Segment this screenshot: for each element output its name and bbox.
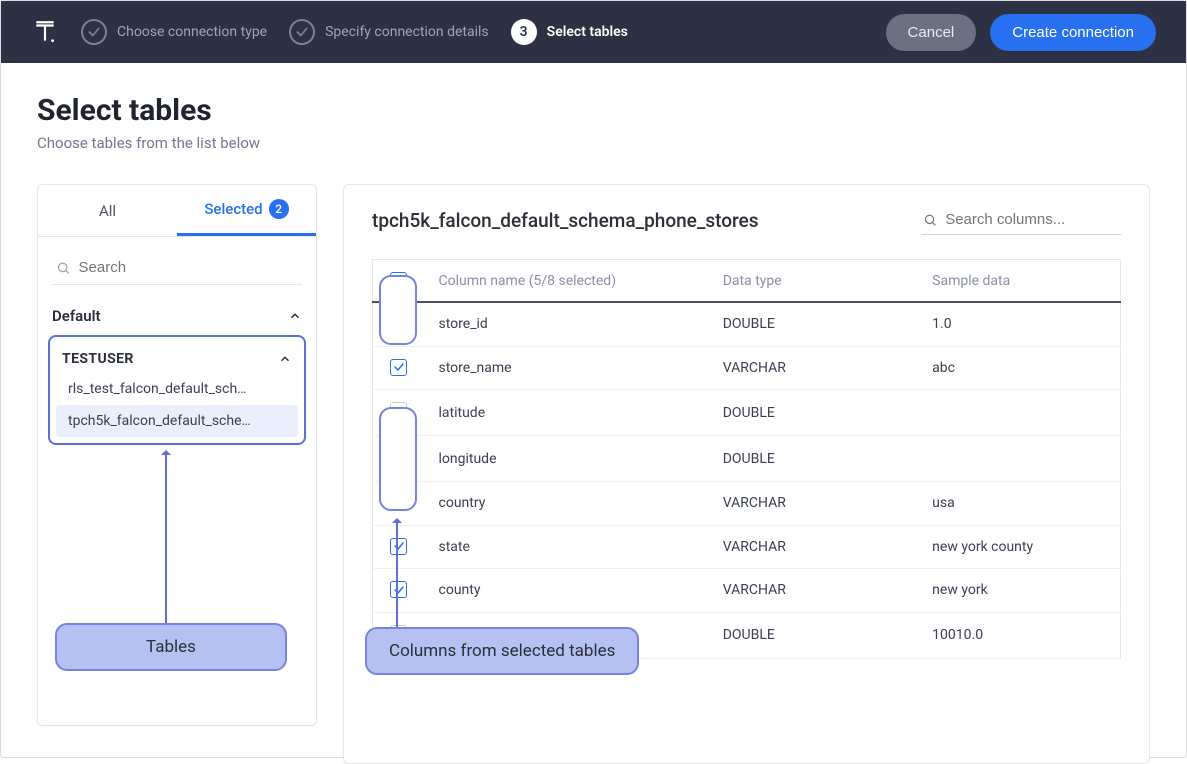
data-type-cell: VARCHAR — [709, 346, 918, 390]
sample-data-cell: usa — [918, 482, 1120, 526]
column-name-cell: country — [425, 482, 709, 526]
tab-all[interactable]: All — [38, 185, 177, 236]
tables-group-box: TESTUSER rls_test_falcon_default_sch… tp… — [48, 335, 306, 445]
step-select-tables: 3 Select tables — [511, 19, 628, 45]
group-default-label: Default — [52, 307, 101, 325]
step-specify-connection-details: Specify connection details — [289, 19, 489, 45]
column-name-cell: latitude — [425, 390, 709, 436]
header-data-type: Data type — [709, 260, 918, 303]
select-all-checkbox[interactable] — [390, 272, 407, 289]
sample-data-cell — [918, 390, 1120, 436]
search-icon — [56, 260, 71, 276]
callout-arrow-tables — [165, 451, 167, 623]
table-row: store_idDOUBLE1.0 — [373, 302, 1121, 346]
table-row: longitudeDOUBLE — [373, 436, 1121, 482]
content-row: All Selected 2 Default TESTUSER — [37, 184, 1150, 764]
chevron-up-icon — [288, 309, 302, 323]
callout-bubble-tables: Tables — [55, 623, 287, 671]
group-testuser-label: TESTUSER — [62, 351, 134, 367]
sample-data-cell: 1.0 — [918, 302, 1120, 346]
data-type-cell: DOUBLE — [709, 436, 918, 482]
columns-search[interactable] — [921, 205, 1121, 235]
columns-panel: tpch5k_falcon_default_schema_phone_store… — [343, 184, 1150, 764]
table-row: stateVARCHARnew york county — [373, 525, 1121, 569]
header-sample-data: Sample data — [918, 260, 1120, 303]
step-label: Select tables — [547, 24, 628, 40]
sample-data-cell: new york county — [918, 525, 1120, 569]
row-checkbox[interactable] — [390, 402, 407, 419]
tables-search-input[interactable] — [79, 259, 298, 276]
table-row: store_nameVARCHARabc — [373, 346, 1121, 390]
step-label: Choose connection type — [117, 24, 267, 40]
create-connection-button[interactable]: Create connection — [990, 14, 1156, 51]
data-type-cell: VARCHAR — [709, 569, 918, 613]
page-title: Select tables — [37, 93, 1150, 128]
step-label: Specify connection details — [325, 24, 489, 40]
tab-selected-label: Selected — [204, 200, 262, 218]
table-row: countryVARCHARusa — [373, 482, 1121, 526]
row-checkbox[interactable] — [390, 494, 407, 511]
table-item-tpch5k[interactable]: tpch5k_falcon_default_sche… — [56, 405, 298, 437]
row-checkbox[interactable] — [390, 448, 407, 465]
column-name-cell: store_name — [425, 346, 709, 390]
column-name-cell: longitude — [425, 436, 709, 482]
table-row: countyVARCHARnew york — [373, 569, 1121, 613]
selected-table-title: tpch5k_falcon_default_schema_phone_store… — [372, 209, 759, 232]
data-type-cell: DOUBLE — [709, 302, 918, 346]
page-subtitle: Choose tables from the list below — [37, 134, 1150, 152]
selected-count-badge: 2 — [269, 199, 289, 219]
callout-bubble-columns: Columns from selected tables — [365, 627, 639, 675]
columns-search-input[interactable] — [945, 211, 1119, 228]
columns-table: Column name (5/8 selected) Data type Sam… — [372, 259, 1121, 659]
header-column-name: Column name (5/8 selected) — [425, 260, 709, 303]
row-checkbox[interactable] — [390, 538, 407, 555]
table-row: latitudeDOUBLE — [373, 390, 1121, 436]
search-icon — [923, 212, 937, 228]
row-checkbox[interactable] — [390, 359, 407, 376]
row-checkbox[interactable] — [390, 315, 407, 332]
topbar-actions: Cancel Create connection — [886, 14, 1156, 51]
sample-data-cell: abc — [918, 346, 1120, 390]
chevron-up-icon — [278, 352, 292, 366]
logo — [31, 18, 59, 46]
step-choose-connection-type: Choose connection type — [81, 19, 267, 45]
cancel-button[interactable]: Cancel — [886, 14, 977, 51]
tabs: All Selected 2 — [38, 185, 316, 237]
table-item-rls-test[interactable]: rls_test_falcon_default_sch… — [56, 373, 298, 405]
row-checkbox[interactable] — [390, 581, 407, 598]
column-name-cell: county — [425, 569, 709, 613]
data-type-cell: VARCHAR — [709, 482, 918, 526]
column-name-cell: state — [425, 525, 709, 569]
step-number: 3 — [511, 19, 537, 45]
sample-data-cell: new york — [918, 569, 1120, 613]
group-testuser[interactable]: TESTUSER — [52, 343, 302, 373]
sample-data-cell — [918, 436, 1120, 482]
tables-search[interactable] — [52, 251, 302, 285]
check-icon — [289, 19, 315, 45]
data-type-cell: DOUBLE — [709, 612, 918, 658]
tab-selected[interactable]: Selected 2 — [177, 185, 316, 236]
group-default[interactable]: Default — [38, 289, 316, 335]
sample-data-cell: 10010.0 — [918, 612, 1120, 658]
topbar: Choose connection type Specify connectio… — [1, 1, 1186, 63]
data-type-cell: VARCHAR — [709, 525, 918, 569]
column-name-cell: store_id — [425, 302, 709, 346]
check-icon — [81, 19, 107, 45]
data-type-cell: DOUBLE — [709, 390, 918, 436]
callout-arrow-columns — [396, 519, 398, 627]
tab-all-label: All — [99, 202, 116, 220]
